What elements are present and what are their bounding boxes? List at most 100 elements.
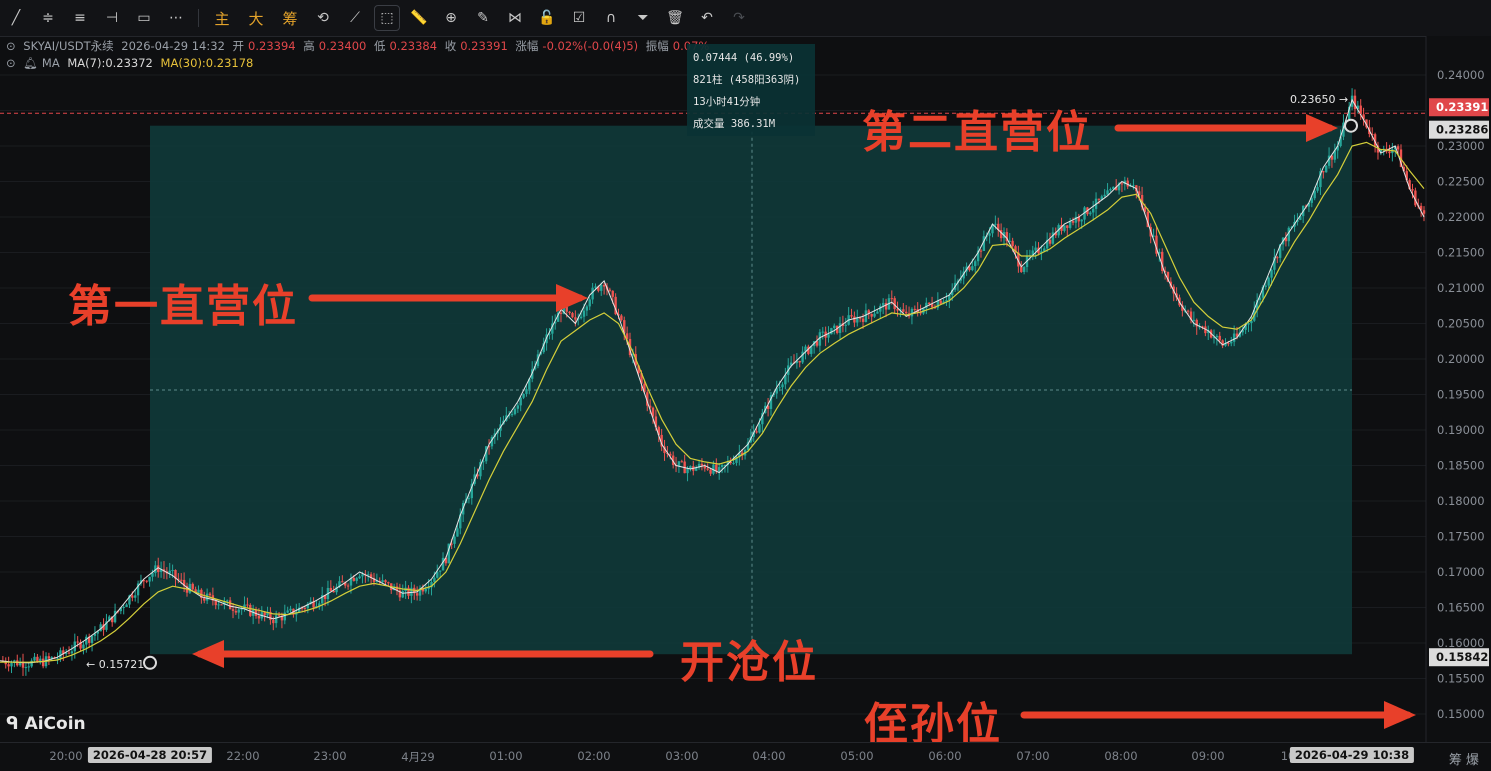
candle-body [180,579,183,581]
aicoin-logo: ᑫ AiCoin [6,714,86,734]
x-tick: 09:00 [1191,749,1225,763]
magnet-icon[interactable]: ∩ [595,0,627,36]
y-tick-label: 0.19000 [1437,423,1485,437]
candle-body [82,644,85,649]
candle-body [381,580,384,582]
horizontal-ray-icon[interactable]: ⊣ [96,0,128,36]
replay-icon[interactable]: ⟲ [307,0,339,36]
candle-body [781,384,784,388]
candle-body [277,615,281,617]
candle-body [755,431,758,433]
candle-body [1227,343,1230,345]
candle-body [571,313,574,318]
candle-body [1091,208,1095,213]
candle-body [1109,189,1112,191]
main-indicator-button[interactable]: 主 [205,0,239,36]
candle-body [7,664,10,667]
candle-body [1120,183,1124,185]
candle-body [850,315,853,317]
delete-icon[interactable]: 🗑 [659,0,691,36]
candle-body [680,461,683,463]
candle-body [191,583,194,590]
candle-body [827,334,830,338]
candle-body [217,604,220,606]
candle-body [246,604,249,606]
candle-body [85,636,88,645]
candle-body [1396,146,1400,150]
undo-icon[interactable]: ↶ [691,0,723,36]
rectangle-icon[interactable]: ▭ [128,0,160,36]
tooltip-duration: 13小时41分钟 [693,96,761,108]
candle-body [27,666,30,668]
x-tick: 4月29 [401,750,435,764]
high-price-label: 0.23650 → [1290,93,1348,106]
candle-body [358,576,361,579]
y-tick-label: 0.17500 [1437,530,1485,544]
ruler-icon[interactable]: 📏 [403,0,435,36]
zoom-icon[interactable]: ⊕ [435,0,467,36]
candle-body [1322,171,1325,173]
candle-body [798,360,801,363]
snapshot-icon[interactable]: ☑ [563,0,595,36]
candle-body [1022,267,1026,272]
x-tick: 01:00 [489,749,523,763]
candle-body [1034,247,1037,251]
measure-icon[interactable]: ⟋ [339,0,371,36]
candle-body [870,313,873,317]
filter-icon[interactable]: ⏷ [627,0,659,36]
corner-buttons[interactable]: 筹 爆 [1449,749,1479,768]
candle-body [274,615,278,624]
pattern-icon[interactable]: ⋈ [499,0,531,36]
candle-body [720,465,724,468]
more-icon[interactable]: ⋯ [160,0,192,36]
x-tick: 20:00 [49,749,83,763]
candle-body [145,580,148,582]
lock-icon[interactable]: 🔓 [531,0,563,36]
candle-body [913,308,917,310]
x-crosshair-end: 2026-04-29 10:38 [1289,747,1415,763]
candle-body [214,600,217,606]
candle-body [1103,194,1106,197]
candle-body [1048,239,1052,244]
tooltip-bars: 821柱 (458阳363阴) [693,74,801,86]
candle-body [76,641,79,643]
horizontal-lines-icon[interactable]: ≡ [64,0,96,36]
candle-body [203,598,206,601]
candle-body [927,302,931,305]
candle-body [384,580,387,583]
select-cursor-icon[interactable]: ⬚ [374,5,400,31]
y-tick-label: 0.18500 [1437,459,1485,473]
candle-body [467,498,471,500]
parallel-lines-icon[interactable]: ≑ [32,0,64,36]
logo-text: AiCoin [24,714,86,734]
y-tick-label: 0.21500 [1437,246,1485,260]
candle-body [1264,285,1267,287]
stop-arrow-head [1384,701,1416,729]
brush-icon[interactable]: ✎ [467,0,499,36]
candle-body [709,469,712,474]
candle-body [131,595,134,598]
candle-body [881,302,885,306]
candle-body [24,667,28,669]
current-price-tag: 0.23391 [1436,100,1488,114]
tp2-annotation: 第二直营位 [862,107,1092,158]
candle-body [1215,335,1219,338]
candle-body [10,662,13,667]
candle-body [732,462,735,464]
x-tick: 23:00 [313,749,347,763]
time-axis[interactable]: 20:00 2026-04-28 20:57 22:00 23:00 4月29 … [0,742,1491,771]
chip-button[interactable]: 筹 [273,0,307,36]
trend-line-icon[interactable]: ╱ [0,0,32,36]
candle-body [1267,277,1270,286]
y-tick-label: 0.18000 [1437,494,1485,508]
candle-body [456,528,459,537]
large-order-button[interactable]: 大 [239,0,273,36]
candle-body [346,585,350,587]
candle-body [1066,225,1069,228]
candle-body [838,323,842,333]
candle-body [33,656,36,661]
candle-body [700,463,704,466]
candle-body [677,461,681,466]
redo-icon[interactable]: ↷ [723,0,755,36]
candle-body [706,468,709,470]
